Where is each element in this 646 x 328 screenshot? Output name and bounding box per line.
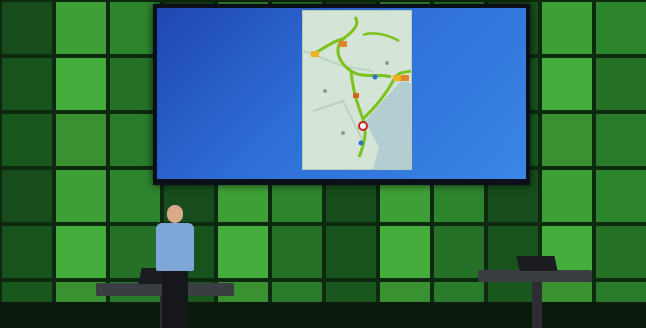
wall-tile (596, 2, 646, 54)
screen-display (157, 8, 526, 179)
wall-tile (56, 170, 106, 222)
water-area (365, 81, 411, 169)
wall-tile (2, 114, 52, 166)
wall-tile (380, 226, 430, 278)
wall-tile (542, 114, 592, 166)
map-dot-icon (385, 61, 389, 65)
wall-tile (596, 114, 646, 166)
wall-tile (2, 170, 52, 222)
wall-tile (272, 226, 322, 278)
phone-map-app-mockup (302, 10, 412, 170)
map-marker-icon (401, 75, 409, 81)
wall-tile (596, 170, 646, 222)
route-line (362, 32, 400, 43)
map-marker-icon (311, 51, 319, 57)
wall-tile (2, 2, 52, 54)
map-svg (302, 16, 412, 169)
wall-tile (2, 226, 52, 278)
presenter-trousers (162, 271, 188, 328)
stage-floor (0, 302, 646, 328)
laptop-right (516, 256, 558, 271)
wall-tile (542, 58, 592, 110)
map-pin-icon (372, 74, 378, 80)
minor-road (312, 99, 364, 142)
wall-tile (596, 226, 646, 278)
wall-tile (56, 226, 106, 278)
wall-tile (56, 114, 106, 166)
map-dot-icon (341, 131, 345, 135)
wall-tile (596, 58, 646, 110)
wall-tile (56, 58, 106, 110)
wall-tile (542, 170, 592, 222)
presenter-head (167, 205, 183, 223)
map-dot-icon (323, 89, 327, 93)
presenter-shirt (156, 223, 194, 271)
wall-tile (2, 58, 52, 110)
wall-tile (326, 226, 376, 278)
wall-tile (434, 226, 484, 278)
map-marker-icon (339, 41, 347, 47)
podium-right (478, 270, 592, 282)
map-pin-icon (358, 121, 368, 131)
map-marker-icon (393, 75, 401, 81)
map-pin-icon (358, 140, 364, 146)
presenter (150, 205, 200, 328)
map-marker-icon (353, 93, 359, 98)
wall-tile (542, 2, 592, 54)
podium-right-stand (532, 282, 542, 328)
projection-screen (153, 4, 530, 185)
wall-tile (218, 226, 268, 278)
stage-scene (0, 0, 646, 328)
wall-tile (56, 2, 106, 54)
